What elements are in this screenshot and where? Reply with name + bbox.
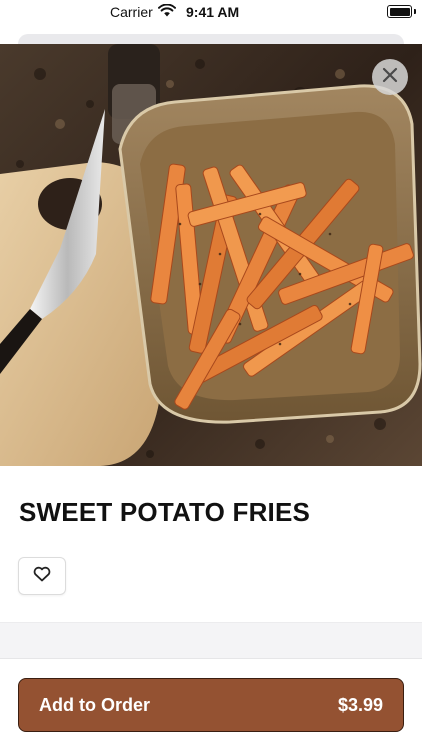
price-label: $3.99 — [337, 694, 383, 715]
favorite-button[interactable] — [18, 557, 66, 595]
status-bar: Carrier 9:41 AM — [0, 0, 422, 26]
section-divider — [0, 622, 422, 658]
carrier-group: Carrier — [110, 3, 176, 20]
close-button[interactable] — [372, 59, 408, 95]
add-to-order-button[interactable]: Add to Order $3.99 — [18, 678, 404, 732]
close-icon — [382, 67, 398, 88]
battery-icon — [387, 5, 412, 18]
wifi-icon — [157, 3, 176, 20]
carrier-label: Carrier — [110, 4, 153, 20]
status-time: 9:41 AM — [186, 4, 240, 20]
add-to-order-label: Add to Order — [39, 694, 150, 715]
heart-icon — [33, 566, 51, 587]
product-title: SWEET POTATO FRIES — [19, 497, 311, 527]
product-image — [0, 44, 422, 466]
